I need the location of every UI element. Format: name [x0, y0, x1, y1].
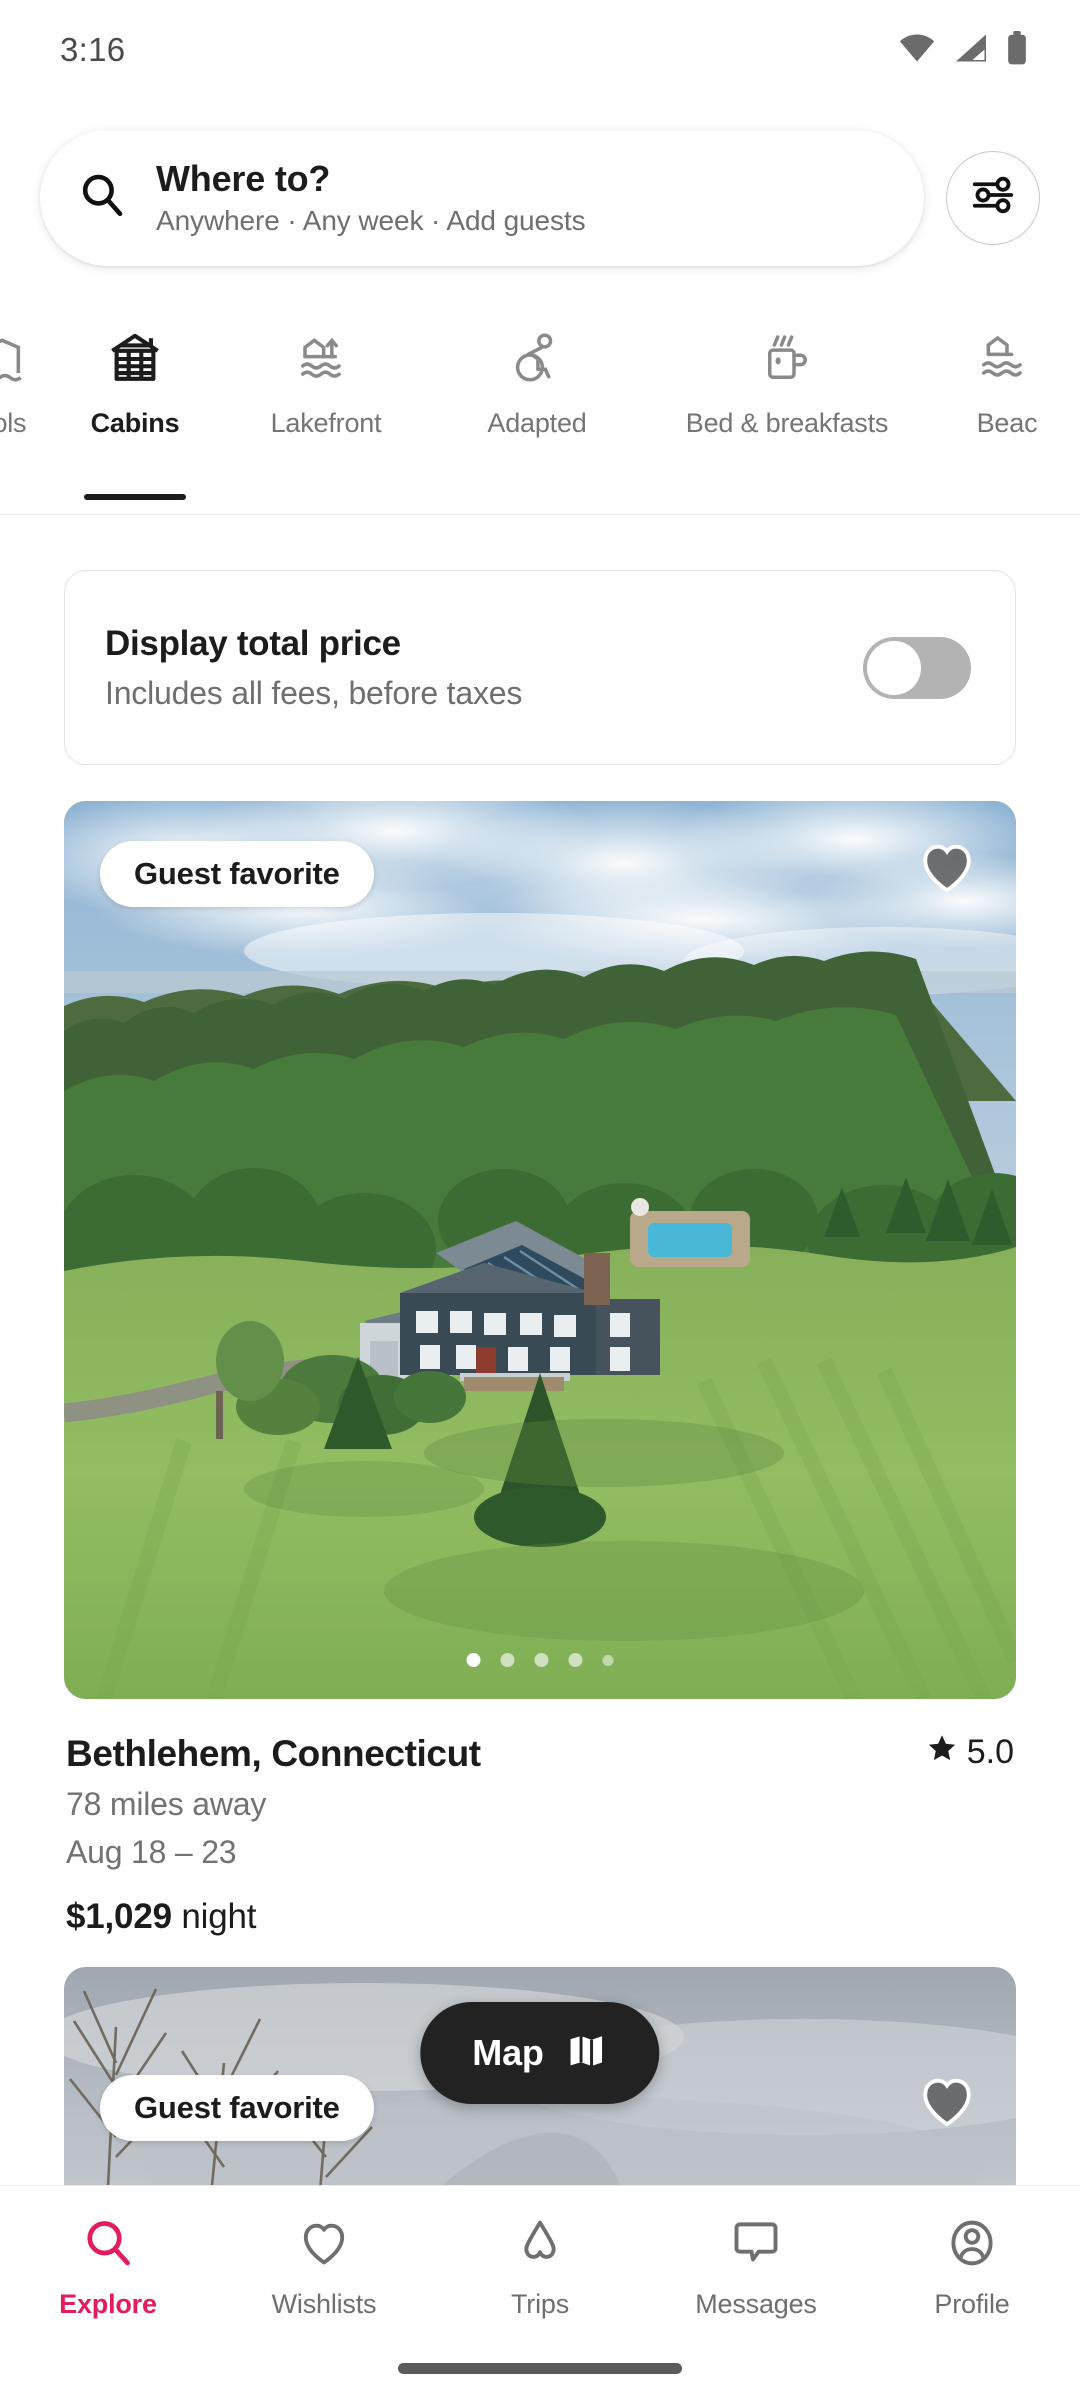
accessible-icon — [509, 326, 565, 392]
search-title: Where to? — [156, 158, 331, 199]
price-card-texts: Display total price Includes all fees, b… — [105, 624, 522, 712]
tab-cabins[interactable]: Cabins — [50, 300, 220, 514]
nav-item-trips[interactable]: Trips — [432, 2212, 648, 2320]
listing-title: Bethlehem, Connecticut — [66, 1733, 481, 1774]
favorite-heart-button[interactable] — [918, 839, 976, 898]
cabin-icon — [106, 326, 164, 392]
nav-label-wishlists: Wishlists — [271, 2289, 377, 2319]
tab-label-bed-and-breakfasts: Bed & breakfasts — [685, 408, 889, 438]
tab-adapted[interactable]: Adapted — [432, 300, 642, 514]
category-tabs[interactable]: ools Cabins — [0, 300, 1080, 515]
map-button-label: Map — [472, 2032, 544, 2073]
price-card-subtitle: Includes all fees, before taxes — [105, 674, 523, 711]
battery-icon — [1006, 30, 1028, 70]
star-icon — [927, 1733, 957, 1772]
listing-photo-image — [64, 801, 1016, 1699]
display-total-price-toggle[interactable] — [863, 636, 971, 699]
tab-pools[interactable]: ools — [0, 300, 50, 514]
display-total-price-card[interactable]: Display total price Includes all fees, b… — [64, 570, 1016, 765]
listing-card[interactable]: Guest favorite Bethlehem, Connecticut 5.… — [64, 801, 1016, 1937]
app-screen: 3:16 Where to? Anywhere · Any week · Add… — [0, 0, 1080, 2400]
beachfront-icon — [979, 326, 1035, 392]
listing-title-row: Bethlehem, Connecticut 5.0 — [66, 1733, 1014, 1775]
listing-price: $1,029 night — [66, 1897, 1014, 1937]
toggle-knob — [867, 640, 921, 695]
heart-icon — [923, 2078, 971, 2127]
nav-item-messages[interactable]: Messages — [648, 2212, 864, 2320]
carousel-dot[interactable] — [568, 1653, 583, 1667]
heart-outline-icon — [298, 2212, 350, 2274]
listing-meta: Bethlehem, Connecticut 5.0 78 miles away… — [64, 1699, 1016, 1937]
heart-icon — [923, 844, 971, 893]
nav-label-explore: Explore — [59, 2289, 157, 2319]
listing-dates: Aug 18 – 23 — [66, 1834, 237, 1870]
listing-photo[interactable]: Guest favorite — [64, 801, 1016, 1699]
photo-carousel-dots[interactable] — [466, 1653, 614, 1667]
tab-bed-and-breakfasts[interactable]: Bed & breakfasts — [642, 300, 932, 514]
guest-favorite-badge: Guest favorite — [100, 2075, 374, 2141]
listing-rating-value: 5.0 — [966, 1733, 1014, 1771]
pool-icon — [0, 326, 30, 392]
favorite-heart-button[interactable] — [918, 2073, 976, 2132]
wifi-icon — [898, 33, 936, 68]
tab-label-cabins: Cabins — [90, 408, 180, 438]
search-bar[interactable]: Where to? Anywhere · Any week · Add gues… — [40, 129, 924, 266]
guest-favorite-badge: Guest favorite — [100, 841, 374, 907]
user-circle-icon — [946, 2212, 998, 2274]
home-indicator — [398, 2363, 682, 2374]
map-fold-icon — [566, 2030, 608, 2077]
coffee-cup-icon — [759, 326, 815, 392]
airbnb-bellhop-icon — [514, 2212, 566, 2274]
carousel-dot[interactable] — [500, 1653, 515, 1667]
tab-label-lakefront: Lakefront — [270, 408, 382, 438]
listing-rating: 5.0 — [927, 1733, 1014, 1772]
status-time: 3:16 — [60, 31, 126, 68]
listing-distance: 78 miles away — [66, 1786, 267, 1822]
nav-label-profile: Profile — [934, 2289, 1010, 2319]
filter-button[interactable] — [946, 150, 1040, 245]
search-icon — [78, 171, 126, 224]
status-icons — [898, 30, 1028, 70]
price-card-title: Display total price — [105, 623, 401, 663]
listing-price-amount: $1,029 — [66, 1897, 172, 1936]
listing-price-unit: night — [181, 1897, 257, 1936]
tab-label-adapted: Adapted — [487, 408, 587, 438]
carousel-dot[interactable] — [534, 1653, 549, 1667]
status-bar: 3:16 — [0, 0, 1080, 100]
lakefront-icon — [298, 326, 354, 392]
nav-label-trips: Trips — [511, 2289, 569, 2319]
search-subtitle: Anywhere · Any week · Add guests — [156, 205, 586, 236]
tab-active-underline — [84, 494, 186, 500]
search-header: Where to? Anywhere · Any week · Add gues… — [0, 100, 1080, 295]
bottom-navigation[interactable]: Explore Wishlists Trips Messages Profile — [0, 2185, 1080, 2400]
nav-label-messages: Messages — [695, 2289, 817, 2319]
tab-lakefront[interactable]: Lakefront — [220, 300, 432, 514]
map-toggle-button[interactable]: Map — [420, 2002, 660, 2104]
cellular-signal-icon — [953, 33, 989, 68]
listings-scroll-area[interactable]: Display total price Includes all fees, b… — [0, 515, 1080, 2267]
nav-item-profile[interactable]: Profile — [864, 2212, 1080, 2320]
message-bubble-icon — [730, 2212, 782, 2274]
search-icon — [82, 2212, 134, 2274]
carousel-dot[interactable] — [466, 1653, 481, 1667]
carousel-dot[interactable] — [602, 1654, 614, 1666]
nav-item-wishlists[interactable]: Wishlists — [216, 2212, 432, 2320]
search-texts: Where to? Anywhere · Any week · Add gues… — [156, 158, 586, 237]
tab-label-pools: ools — [0, 408, 27, 438]
tab-beachfront[interactable]: Beac — [932, 300, 1080, 514]
nav-item-explore[interactable]: Explore — [0, 2212, 216, 2320]
filter-sliders-icon — [970, 172, 1016, 223]
tab-label-beachfront: Beac — [976, 408, 1038, 438]
